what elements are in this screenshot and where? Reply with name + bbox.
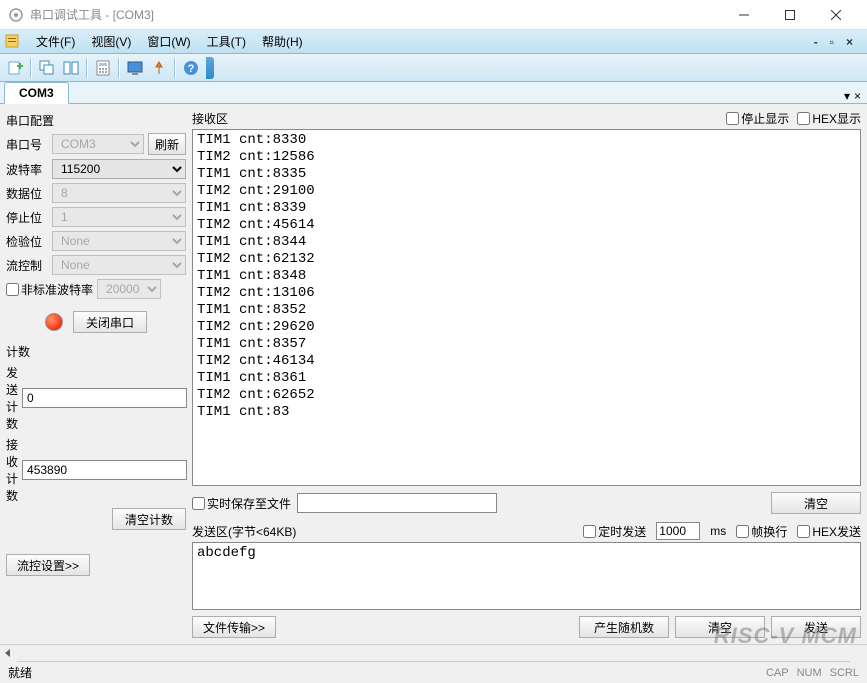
flow-label: 流控制 [6, 257, 48, 274]
maximize-button[interactable] [767, 0, 813, 30]
tx-textarea[interactable]: abcdefg [192, 542, 861, 610]
port-label: 串口号 [6, 136, 48, 153]
menubar: 文件(F) 视图(V) 窗口(W) 工具(T) 帮助(H) - ▫ × [0, 30, 867, 54]
menu-icon [4, 33, 22, 51]
timed-send-checkbox[interactable]: 定时发送 [583, 523, 646, 540]
parity-label: 检验位 [6, 233, 48, 250]
rx-clear-button[interactable]: 清空 [771, 492, 861, 514]
toolbar-new-icon[interactable] [4, 57, 26, 79]
close-port-button[interactable]: 关闭串口 [73, 311, 147, 333]
port-select[interactable]: COM3 [52, 134, 144, 154]
toolbar-monitor-icon[interactable] [124, 57, 146, 79]
statusbar: 就绪 CAP NUM SCRL [0, 661, 867, 683]
menu-view[interactable]: 视图(V) [83, 31, 139, 52]
baud-label: 波特率 [6, 161, 48, 178]
send-button[interactable]: 发送 [771, 616, 861, 638]
minimize-button[interactable] [721, 0, 767, 30]
menu-tools[interactable]: 工具(T) [199, 31, 254, 52]
interval-unit: ms [710, 524, 726, 538]
flow-settings-button[interactable]: 流控设置>> [6, 554, 90, 576]
toolbar-help-icon[interactable]: ? [180, 57, 202, 79]
menu-window[interactable]: 窗口(W) [139, 31, 198, 52]
titlebar: 串口调试工具 - [COM3] [0, 0, 867, 30]
nonstd-check-input[interactable] [6, 283, 19, 296]
file-transfer-button[interactable]: 文件传输>> [192, 616, 276, 638]
toolbar-pin-icon[interactable] [148, 57, 170, 79]
tab-close-icon[interactable]: × [854, 89, 861, 103]
window-title: 串口调试工具 - [COM3] [30, 6, 721, 23]
svg-text:?: ? [188, 63, 195, 75]
random-button[interactable]: 产生随机数 [579, 616, 669, 638]
horizontal-scrollbar[interactable] [0, 644, 867, 661]
tab-com3[interactable]: COM3 [4, 82, 69, 104]
tx-title: 发送区(字节<64KB) [192, 523, 296, 540]
serial-config-title: 串口配置 [6, 110, 186, 131]
close-button[interactable] [813, 0, 859, 30]
content-area: 串口配置 串口号 COM3 刷新 波特率 115200 数据位 8 停止位 1 … [0, 104, 867, 644]
data-label: 数据位 [6, 185, 48, 202]
flow-select[interactable]: None [52, 255, 186, 275]
nonstd-rate-select[interactable]: 200000 [97, 279, 161, 299]
frame-wrap-checkbox[interactable]: 帧换行 [736, 523, 787, 540]
mdi-close[interactable]: × [842, 35, 857, 49]
rx-textarea[interactable]: TIM1 cnt:8330 TIM2 cnt:12586 TIM1 cnt:83… [192, 129, 861, 486]
counters-title: 计数 [6, 341, 186, 362]
menu-file[interactable]: 文件(F) [28, 31, 83, 52]
baud-select[interactable]: 115200 [52, 159, 186, 179]
menu-help[interactable]: 帮助(H) [254, 31, 311, 52]
save-path-input[interactable] [297, 493, 497, 513]
rx-count-label: 接收计数 [6, 436, 18, 504]
stop-label: 停止位 [6, 209, 48, 226]
clear-count-button[interactable]: 清空计数 [112, 508, 186, 530]
right-panel: 接收区 停止显示 HEX显示 TIM1 cnt:8330 TIM2 cnt:12… [192, 110, 861, 638]
app-icon [8, 7, 24, 23]
tx-count-value [22, 388, 187, 408]
data-select[interactable]: 8 [52, 183, 186, 203]
tabbar: COM3 ▾ × [0, 82, 867, 104]
tx-clear-button[interactable]: 清空 [675, 616, 765, 638]
pause-display-checkbox[interactable]: 停止显示 [726, 110, 789, 127]
toolbar: ? [0, 54, 867, 82]
mdi-minimize[interactable]: - [810, 35, 822, 49]
interval-input[interactable] [656, 522, 700, 540]
refresh-button[interactable]: 刷新 [148, 133, 186, 155]
tab-dropdown-icon[interactable]: ▾ [844, 89, 850, 103]
toolbar-calc-icon[interactable] [92, 57, 114, 79]
rx-count-value [22, 460, 187, 480]
save-to-file-checkbox[interactable]: 实时保存至文件 [192, 495, 291, 512]
parity-select[interactable]: None [52, 231, 186, 251]
left-panel: 串口配置 串口号 COM3 刷新 波特率 115200 数据位 8 停止位 1 … [6, 110, 186, 638]
record-indicator-icon [45, 313, 63, 331]
nonstd-checkbox[interactable]: 非标准波特率 [6, 281, 93, 298]
mdi-restore[interactable]: ▫ [826, 35, 838, 49]
toolbar-cascade-icon[interactable] [36, 57, 58, 79]
tx-count-label: 发送计数 [6, 364, 18, 432]
hex-display-checkbox[interactable]: HEX显示 [797, 110, 861, 127]
rx-title: 接收区 [192, 110, 228, 127]
toolbar-tile-icon[interactable] [60, 57, 82, 79]
hex-send-checkbox[interactable]: HEX发送 [797, 523, 861, 540]
stop-select[interactable]: 1 [52, 207, 186, 227]
